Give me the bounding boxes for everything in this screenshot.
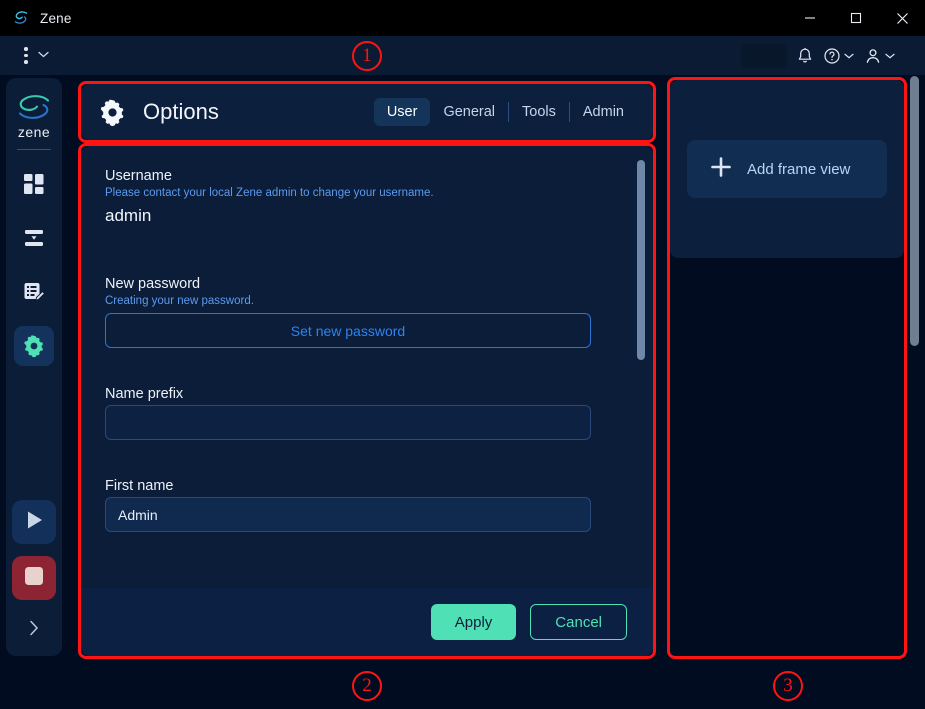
user-avatar-icon[interactable] bbox=[864, 47, 895, 65]
add-frame-view-label: Add frame view bbox=[747, 160, 851, 178]
form-spacer bbox=[105, 450, 629, 478]
add-frame-view-button[interactable]: Add frame view bbox=[687, 140, 887, 198]
tab-tools[interactable]: Tools bbox=[509, 98, 569, 126]
page-title: Options bbox=[143, 99, 219, 124]
search-pill-button[interactable] bbox=[741, 43, 787, 68]
sidebar-item-collapse[interactable] bbox=[14, 218, 54, 258]
options-footer: Apply Cancel bbox=[81, 588, 653, 656]
field-name-prefix: Name prefix bbox=[105, 386, 629, 440]
bell-icon[interactable] bbox=[797, 47, 813, 65]
close-icon[interactable] bbox=[879, 0, 925, 36]
field-new-password: New password Creating your new password.… bbox=[105, 276, 629, 348]
page-scrollbar-thumb[interactable] bbox=[910, 76, 919, 346]
tab-general[interactable]: General bbox=[430, 98, 508, 126]
set-new-password-button[interactable]: Set new password bbox=[105, 313, 591, 348]
options-header: Options User General Tools Admin bbox=[81, 84, 653, 140]
form-scrollbar-thumb[interactable] bbox=[637, 160, 645, 360]
chevron-down-icon[interactable] bbox=[37, 50, 49, 61]
sidebar-brand-label: zene bbox=[17, 124, 51, 140]
left-sidebar: zene bbox=[6, 78, 62, 656]
options-form: Username Please contact your local Zene … bbox=[81, 146, 653, 586]
zene-swirl-icon bbox=[12, 9, 30, 27]
new-password-hint: Creating your new password. bbox=[105, 295, 254, 307]
form-spacer bbox=[105, 236, 629, 276]
chevron-down-icon[interactable] bbox=[885, 53, 895, 59]
minimize-icon[interactable] bbox=[787, 0, 833, 36]
first-name-input[interactable]: Admin bbox=[105, 497, 591, 532]
help-circle-icon[interactable] bbox=[823, 47, 854, 65]
play-button[interactable] bbox=[12, 500, 56, 544]
first-name-label: First name bbox=[105, 478, 174, 494]
cancel-button[interactable]: Cancel bbox=[530, 604, 627, 640]
plus-icon bbox=[709, 155, 733, 184]
annotation-number-1: 1 bbox=[352, 41, 382, 71]
username-value: admin bbox=[105, 206, 152, 225]
sidebar-item-reports[interactable] bbox=[14, 272, 54, 312]
field-first-name: First name Admin bbox=[105, 478, 629, 532]
name-prefix-label: Name prefix bbox=[105, 386, 184, 402]
options-body: Username Please contact your local Zene … bbox=[81, 146, 653, 656]
window-title-bar: Zene bbox=[0, 0, 925, 36]
stop-button[interactable] bbox=[12, 556, 56, 600]
toolbar-left-group bbox=[20, 43, 49, 68]
sidebar-item-options[interactable] bbox=[14, 326, 54, 366]
form-spacer bbox=[105, 358, 629, 386]
annotation-number-2: 2 bbox=[352, 671, 382, 701]
name-prefix-input[interactable] bbox=[105, 405, 591, 440]
username-hint: Please contact your local Zene admin to … bbox=[105, 187, 434, 199]
app-root: Zene zene Options User General Tools Adm… bbox=[0, 0, 925, 709]
field-username: Username Please contact your local Zene … bbox=[105, 168, 629, 226]
tab-user[interactable]: User bbox=[373, 98, 431, 126]
stop-icon bbox=[23, 565, 45, 592]
gear-icon bbox=[22, 334, 46, 358]
chevron-right-icon[interactable] bbox=[29, 620, 39, 640]
play-icon bbox=[22, 508, 46, 537]
sidebar-divider bbox=[17, 149, 51, 150]
kebab-menu-icon[interactable] bbox=[20, 43, 32, 68]
grid-squares-icon bbox=[22, 172, 46, 196]
gear-icon bbox=[98, 98, 127, 127]
new-password-label: New password bbox=[105, 276, 201, 292]
tab-admin[interactable]: Admin bbox=[570, 98, 637, 126]
annotation-number-3: 3 bbox=[773, 671, 803, 701]
align-collapse-icon bbox=[22, 226, 46, 250]
apply-button[interactable]: Apply bbox=[430, 604, 517, 640]
maximize-icon[interactable] bbox=[833, 0, 879, 36]
list-edit-icon bbox=[22, 280, 46, 304]
sidebar-item-dashboard[interactable] bbox=[14, 164, 54, 204]
options-tab-bar: User General Tools Admin bbox=[373, 98, 637, 126]
zene-swirl-icon bbox=[13, 92, 55, 122]
top-toolbar bbox=[0, 36, 925, 75]
toolbar-right-group bbox=[741, 43, 895, 68]
username-label: Username bbox=[105, 168, 172, 184]
frame-views-panel: Add frame view bbox=[670, 80, 904, 258]
window-title: Zene bbox=[40, 10, 72, 26]
chevron-down-icon[interactable] bbox=[844, 53, 854, 59]
